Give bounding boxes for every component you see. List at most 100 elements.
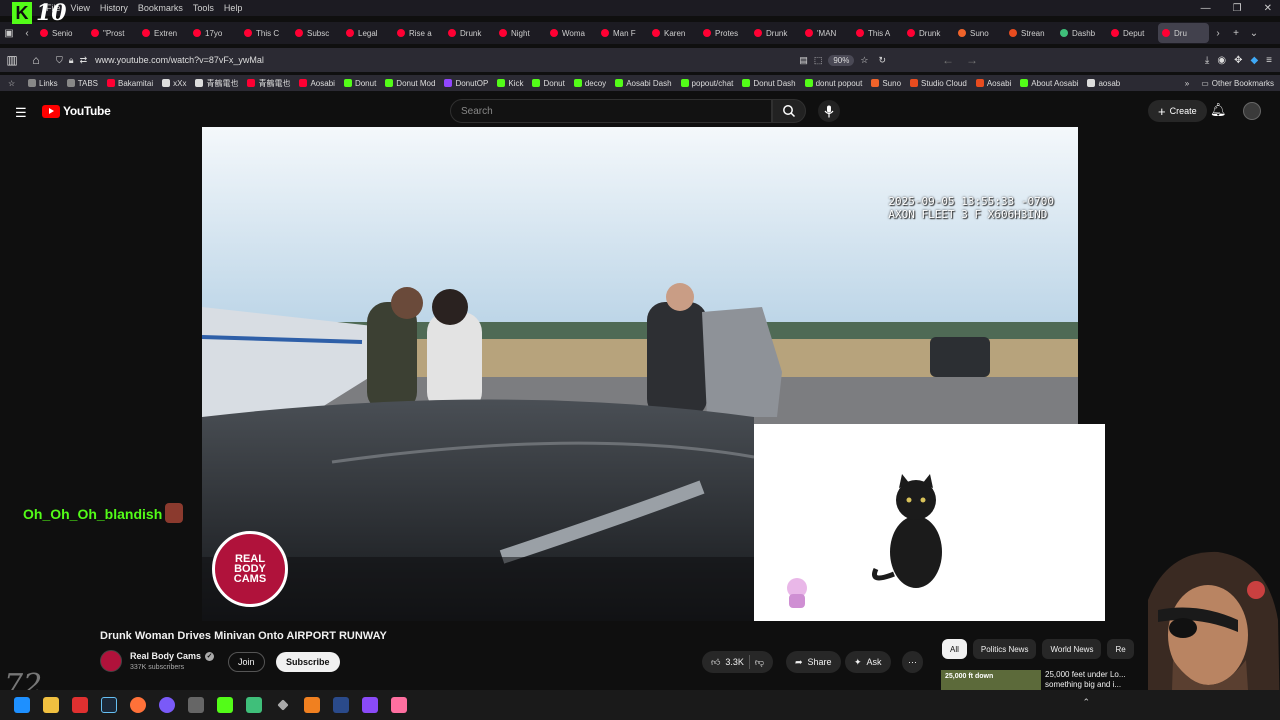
browser-tab[interactable]: Drunk [750,23,801,43]
menu-item[interactable]: Bookmarks [138,3,183,13]
bookmark-item[interactable]: aosab [1087,78,1120,89]
filter-chip[interactable]: Politics News [972,639,1037,659]
filter-chip[interactable]: World News [1042,639,1102,659]
overlay-app-icon[interactable] [391,697,407,713]
bookmark-item[interactable]: popout/chat [680,78,733,89]
shield-icon[interactable]: ⛉ [56,55,63,66]
vlc-icon[interactable] [304,697,320,713]
browser-tab[interactable]: Night [495,23,546,43]
extensions-icon[interactable]: ✥ [1234,55,1242,66]
browser-tab[interactable]: Karen [648,23,699,43]
like-count[interactable]: 3.3K [725,657,744,667]
restore-icon[interactable]: ❐ [1233,3,1242,14]
bookmark-item[interactable]: decoy [573,78,606,89]
search-button[interactable] [772,99,806,123]
bookmark-star-icon[interactable]: ☆ [860,55,868,66]
list-all-tabs-icon[interactable]: ⌄ [1245,28,1263,39]
browser-tab[interactable]: This A [852,23,903,43]
browser-tab[interactable]: Extren [138,23,189,43]
filter-chip[interactable]: All [942,639,967,659]
browser-tab[interactable]: 17yo [189,23,240,43]
bookmark-item[interactable]: Studio Cloud [910,78,967,89]
browser-tab[interactable]: Protes [699,23,750,43]
bookmark-item[interactable]: Aosabi [975,78,1011,89]
windows-start-icon[interactable] [14,697,30,713]
bookmark-item[interactable]: Bakamitai [107,78,153,89]
recommended-thumbnail[interactable]: 25,000 ft down [941,670,1041,690]
menu-item[interactable]: History [100,3,128,13]
app-icon[interactable] [188,697,204,713]
editor-app-icon[interactable] [362,697,378,713]
steam-client-icon[interactable] [333,697,349,713]
create-button[interactable]: + Create [1148,100,1207,122]
browser-tab[interactable]: Rise a [393,23,444,43]
account-avatar[interactable] [1243,102,1261,120]
bookmark-item[interactable]: xXx [162,78,186,89]
subscribe-button[interactable]: Subscribe [276,652,340,672]
bookmark-item[interactable]: Kick [497,78,523,89]
discord-icon[interactable] [159,697,175,713]
browser-tab[interactable]: Suno [954,23,1005,43]
firefox-icon[interactable] [130,697,146,713]
more-bookmarks-icon[interactable]: » [1185,79,1189,88]
browser-tab[interactable]: This C [240,23,291,43]
mixer-app-icon[interactable] [72,697,88,713]
browser-tab[interactable]: Man F [597,23,648,43]
browser-tab[interactable]: "Prost [87,23,138,43]
browser-tab[interactable]: Woma [546,23,597,43]
browser-tab[interactable]: Strean [1005,23,1056,43]
recommended-title[interactable]: 25,000 feet under Lo... something big an… [1045,670,1135,690]
account-icon[interactable]: ◉ [1217,55,1226,66]
back-icon[interactable]: ← [936,53,960,67]
bookmark-item[interactable]: 青鶴電也 [247,78,290,89]
channel-name-text[interactable]: Real Body Cams [130,651,201,661]
minimize-icon[interactable]: — [1201,3,1211,14]
system-tray-expand-icon[interactable]: ⌃ [1082,697,1090,708]
thumbs-up-icon[interactable]: 👍︎ [711,657,720,668]
bookmark-item[interactable]: DonutOP [444,78,488,89]
browser-tab[interactable]: Senio [36,23,87,43]
bookmark-item[interactable]: Donut Mod [385,78,435,89]
channel-name[interactable]: Real Body Cams ✓ [130,651,215,661]
youtube-logo[interactable]: YouTube [42,104,111,118]
home-icon[interactable]: ⌂ [24,53,48,67]
close-icon[interactable]: ✕ [1264,3,1272,14]
scroll-tabs-right-icon[interactable]: › [1209,28,1227,39]
browser-tab[interactable]: Legal [342,23,393,43]
tab-overview-icon[interactable]: ▣ [0,28,18,39]
bookmark-item[interactable]: Aosabi Dash [615,78,672,89]
menu-icon[interactable]: ≡ [1266,55,1272,66]
scroll-tabs-left-icon[interactable]: ‹ [18,28,36,39]
browser-tab[interactable]: Dashb [1056,23,1107,43]
bookmark-item[interactable]: Links [28,78,58,89]
url-bar[interactable]: ⛉ 🔒︎ ⇄ www.youtube.com/watch?v=87vFx_ywM… [56,50,886,70]
notifications-bell-icon[interactable]: 🔔︎ [1210,102,1227,118]
browser-tab[interactable]: 'MAN [801,23,852,43]
share-button[interactable]: ➦ Share [786,651,841,673]
browser-tab[interactable]: Dru [1158,23,1209,43]
download-icon[interactable]: ⤓ [1205,55,1209,66]
sidebar-toggle-icon[interactable]: ▥ [0,53,24,67]
screenshot-icon[interactable]: ⬚ [814,55,823,66]
menu-item[interactable]: View [71,3,90,13]
extension-icon[interactable]: ◆ [1250,55,1258,66]
reader-view-icon[interactable]: ▤ [799,55,808,66]
ask-button[interactable]: ✦ Ask [845,651,891,673]
kick-app-icon[interactable] [217,697,233,713]
notepad-icon[interactable] [246,697,262,713]
permissions-icon[interactable]: ⇄ [80,55,88,66]
bookmark-item[interactable]: donut popout [804,78,862,89]
bookmark-item[interactable]: Donut [343,78,376,89]
bookmark-item[interactable]: Donut Dash [742,78,796,89]
browser-tab[interactable]: Deput [1107,23,1158,43]
forward-icon[interactable]: → [960,53,984,67]
more-actions-button[interactable]: ⋯ [902,651,923,673]
join-button[interactable]: Join [228,652,265,672]
browser-tab[interactable]: Subsc [291,23,342,43]
bookmark-item[interactable]: Suno [871,78,901,89]
bookmark-item[interactable]: About Aosabi [1020,78,1078,89]
bookmark-item[interactable]: 青鶴電也 [195,78,238,89]
reload-icon[interactable]: ↻ [878,55,886,66]
other-bookmarks-label[interactable]: Other Bookmarks [1212,79,1274,88]
steam-icon[interactable] [101,697,117,713]
